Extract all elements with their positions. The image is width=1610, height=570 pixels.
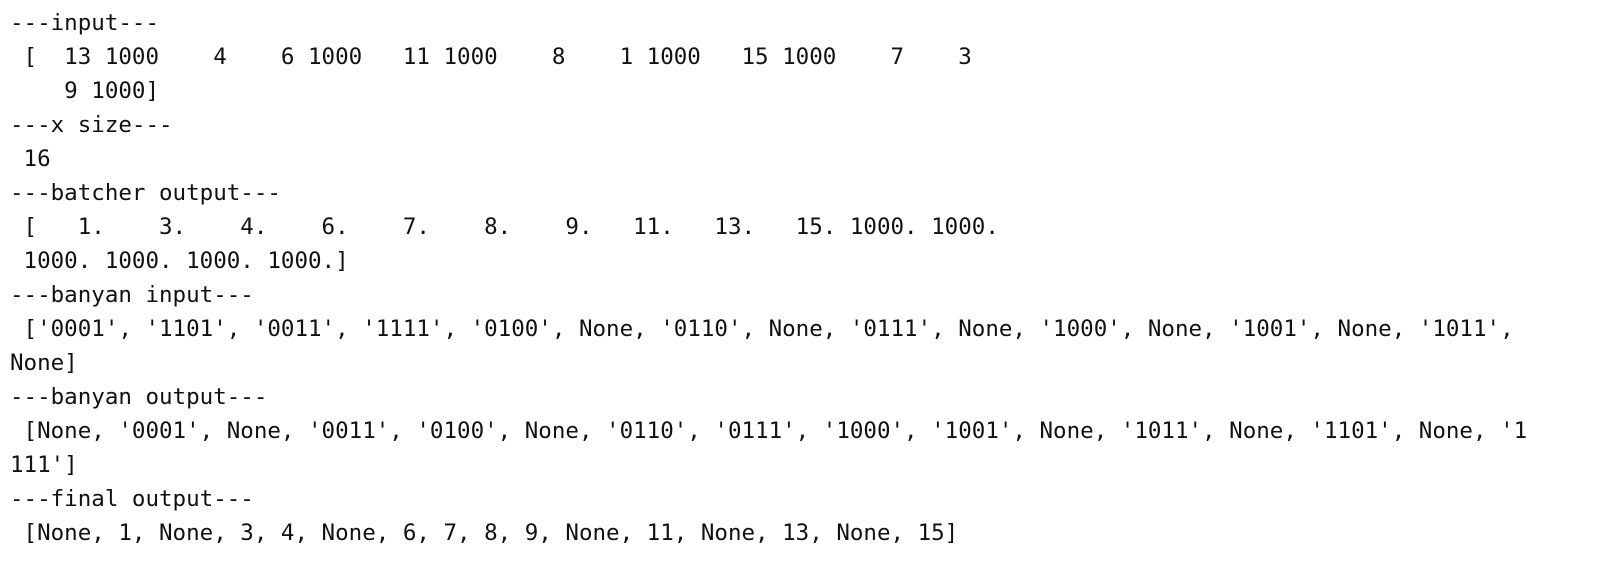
header-banyan-output: ---banyan output---	[10, 384, 268, 410]
banyan-input-line-2: None]	[10, 350, 78, 376]
header-x-size: ---x size---	[10, 112, 173, 138]
batcher-output-line-1: [ 1. 3. 4. 6. 7. 8. 9. 11. 13. 15. 1000.…	[10, 214, 999, 240]
input-array-line-1: [ 13 1000 4 6 1000 11 1000 8 1 1000 15 1…	[10, 44, 972, 70]
x-size-value: 16	[10, 146, 51, 172]
final-output-line: [None, 1, None, 3, 4, None, 6, 7, 8, 9, …	[10, 520, 959, 546]
header-final-output: ---final output---	[10, 486, 254, 512]
banyan-output-line-1: [None, '0001', None, '0011', '0100', Non…	[10, 418, 1528, 444]
console-output: ---input--- [ 13 1000 4 6 1000 11 1000 8…	[0, 0, 1610, 570]
banyan-output-line-2: 111']	[10, 452, 78, 478]
input-array-line-2: 9 1000]	[10, 78, 160, 104]
header-banyan-input: ---banyan input---	[10, 282, 254, 308]
batcher-output-line-2: 1000. 1000. 1000. 1000.]	[10, 248, 349, 274]
banyan-input-line-1: ['0001', '1101', '0011', '1111', '0100',…	[10, 316, 1514, 342]
header-input: ---input---	[10, 10, 160, 36]
header-batcher-output: ---batcher output---	[10, 180, 281, 206]
